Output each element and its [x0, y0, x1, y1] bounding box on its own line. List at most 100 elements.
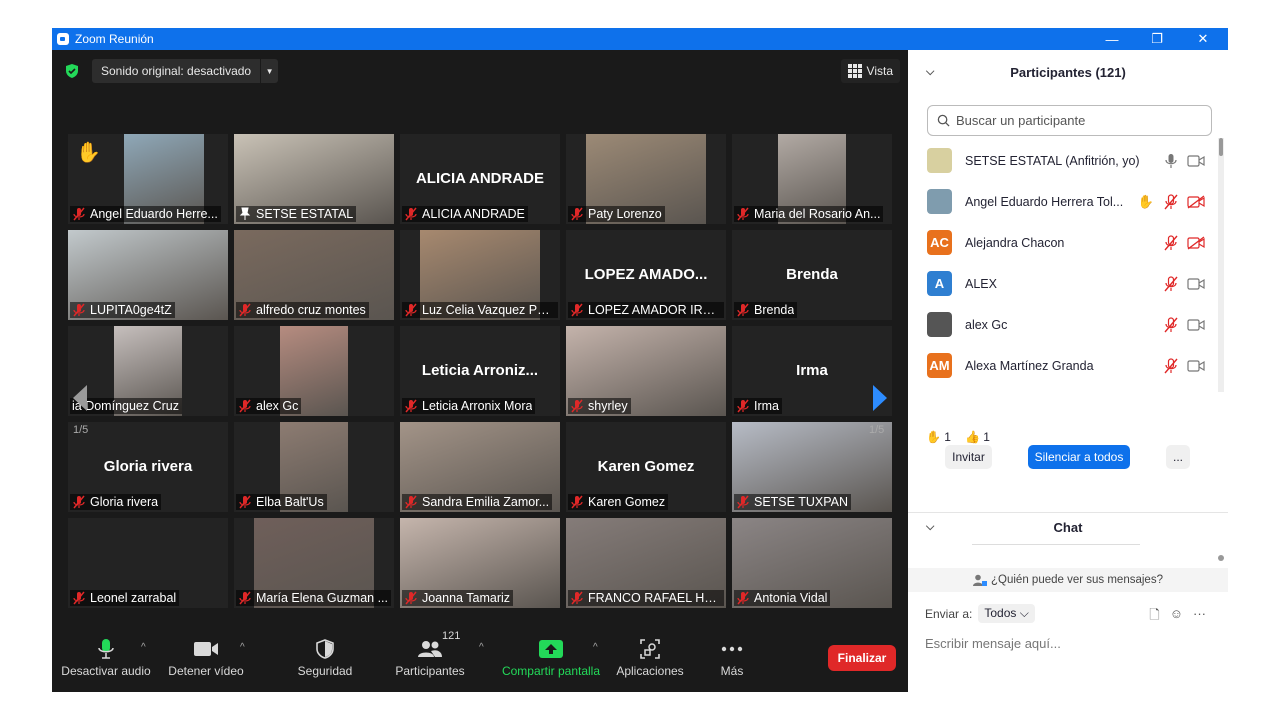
tile-name-text: LOPEZ AMADOR IRAIS — [588, 303, 721, 317]
chat-visibility-info[interactable]: ¿Quién puede ver sus mensajes? — [908, 568, 1228, 592]
raised-hand-icon: ✋ — [76, 142, 101, 164]
emoji-icon[interactable]: ☺ — [1170, 606, 1183, 628]
send-to-label: Enviar a: — [925, 606, 973, 621]
tile-name-text: SETSE TUXPAN — [754, 495, 849, 509]
previous-page-arrow-icon[interactable] — [70, 383, 90, 413]
video-tile[interactable]: Irma Irma — [732, 326, 892, 416]
stop-video-button[interactable]: Detener vídeo — [165, 636, 247, 678]
participant-search-input[interactable]: Buscar un participante — [927, 105, 1212, 136]
end-meeting-button[interactable]: Finalizar — [828, 645, 896, 671]
search-placeholder: Buscar un participante — [956, 113, 1086, 128]
minimize-button[interactable]: — — [1089, 28, 1135, 50]
chat-message-input[interactable]: Escribir mensaje aquí... — [925, 636, 1061, 651]
participant-row[interactable]: alex Gc — [908, 304, 1218, 345]
chat-collapse-chevron-icon[interactable]: ⌵ — [926, 521, 934, 534]
video-tile[interactable]: Leonel zarrabal — [68, 518, 228, 608]
video-tile[interactable]: Sandra Emilia Zamor... — [400, 422, 560, 512]
participant-row[interactable]: AM Alexa Martínez Granda — [908, 345, 1218, 386]
video-tile[interactable]: Antonia Vidal — [732, 518, 892, 608]
chevron-down-icon[interactable]: ▼ — [260, 59, 278, 83]
security-label: Seguridad — [297, 664, 353, 678]
tile-display-name: LOPEZ AMADO... — [584, 266, 708, 283]
video-camera-icon[interactable] — [1187, 316, 1205, 334]
video-tile[interactable]: María Elena Guzman ... — [234, 518, 394, 608]
video-off-icon[interactable] — [1187, 234, 1205, 252]
original-sound-button[interactable]: Sonido original: desactivado ▼ — [92, 59, 279, 83]
video-tile[interactable]: Karen Gomez Karen Gomez — [566, 422, 726, 512]
participant-row[interactable]: A ALEX — [908, 263, 1218, 304]
file-icon[interactable]: 🗋 — [1149, 606, 1159, 628]
video-tile[interactable]: Elba Balt'Us — [234, 422, 394, 512]
mute-audio-label: Desactivar audio — [61, 664, 151, 678]
participant-list-scrollbar[interactable] — [1218, 138, 1224, 392]
video-options-caret-icon[interactable]: ^ — [240, 642, 245, 653]
tile-display-name: ALICIA ANDRADE — [415, 170, 545, 187]
muted-mic-icon[interactable] — [1162, 357, 1180, 375]
participants-options-caret-icon[interactable]: ^ — [479, 642, 484, 653]
video-tile[interactable]: Brenda Brenda — [732, 230, 892, 320]
video-tile[interactable]: FRANCO RAFAEL HER... — [566, 518, 726, 608]
muted-mic-icon — [72, 207, 86, 221]
video-tile[interactable]: Paty Lorenzo — [566, 134, 726, 224]
close-button[interactable]: ✕ — [1180, 28, 1226, 50]
collapse-chevron-icon[interactable]: ⌵ — [926, 66, 934, 79]
more-button[interactable]: Más — [712, 636, 752, 678]
tile-name-text: Luz Celia Vazquez Pul... — [422, 303, 555, 317]
tile-name-label: Gloria rivera — [70, 494, 162, 510]
audio-options-caret-icon[interactable]: ^ — [141, 642, 146, 653]
muted-mic-icon[interactable] — [1162, 234, 1180, 252]
more-options-button[interactable]: ... — [1166, 445, 1190, 469]
video-tile[interactable]: LOPEZ AMADO... LOPEZ AMADOR IRAIS — [566, 230, 726, 320]
video-tile[interactable]: alfredo cruz montes — [234, 230, 394, 320]
video-tile[interactable]: Maria del Rosario An... — [732, 134, 892, 224]
encryption-shield-icon[interactable] — [64, 63, 80, 79]
video-tile[interactable]: Gloria rivera Gloria rivera — [68, 422, 228, 512]
muted-mic-icon[interactable] — [1162, 275, 1180, 293]
video-camera-icon[interactable] — [1187, 152, 1205, 170]
tile-display-name: Karen Gomez — [597, 458, 695, 475]
invite-button[interactable]: Invitar — [945, 445, 992, 469]
video-tile[interactable]: Luz Celia Vazquez Pul... — [400, 230, 560, 320]
muted-mic-icon[interactable] — [1162, 193, 1180, 211]
avatar — [927, 148, 952, 173]
muted-mic-icon[interactable] — [1162, 316, 1180, 334]
video-camera-icon[interactable] — [1187, 275, 1205, 293]
video-tile[interactable]: ia Domínguez Cruz — [68, 326, 228, 416]
video-tile[interactable]: LUPITA0ge4tZ — [68, 230, 228, 320]
video-tile[interactable]: SETSE TUXPAN — [732, 422, 892, 512]
chat-more-icon[interactable]: ··· — [1193, 606, 1206, 628]
restore-button[interactable]: ❐ — [1134, 28, 1180, 50]
video-tile[interactable]: alex Gc — [234, 326, 394, 416]
view-button[interactable]: Vista — [840, 59, 900, 83]
participant-row[interactable]: Angel Eduardo Herrera Tol... ✋ — [908, 181, 1218, 222]
tile-name-text: Joanna Tamariz — [422, 591, 511, 605]
share-options-caret-icon[interactable]: ^ — [593, 642, 598, 653]
muted-mic-icon — [72, 495, 86, 509]
tile-name-text: SETSE ESTATAL — [256, 207, 354, 221]
muted-mic-icon — [238, 591, 252, 605]
reaction-summary: ✋ 1 👍 1 — [926, 430, 990, 444]
send-to-select[interactable]: Todos ⌵ — [978, 604, 1035, 623]
mute-audio-button[interactable]: Desactivar audio — [60, 636, 152, 678]
chat-visibility-label: ¿Quién puede ver sus mensajes? — [991, 574, 1163, 586]
video-camera-icon[interactable] — [1187, 357, 1205, 375]
video-tile[interactable]: ALICIA ANDRADE ALICIA ANDRADE — [400, 134, 560, 224]
mute-all-button[interactable]: Silenciar a todos — [1028, 445, 1130, 469]
video-tile[interactable]: ✋ Angel Eduardo Herre... — [68, 134, 228, 224]
security-button[interactable]: Seguridad — [290, 636, 360, 678]
participants-button[interactable]: 121 Participantes — [392, 630, 468, 678]
avatar: AC — [927, 230, 952, 255]
tile-name-text: shyrley — [588, 399, 628, 413]
video-tile[interactable]: SETSE ESTATAL — [234, 134, 394, 224]
participant-row[interactable]: SETSE ESTATAL (Anfitrión, yo) — [908, 140, 1218, 181]
next-page-arrow-icon[interactable] — [870, 383, 890, 413]
microphone-icon[interactable] — [1162, 152, 1180, 170]
share-screen-button[interactable]: Compartir pantalla — [498, 636, 604, 678]
video-tile[interactable]: shyrley — [566, 326, 726, 416]
video-tile[interactable]: Joanna Tamariz — [400, 518, 560, 608]
participant-row[interactable]: AC Alejandra Chacon — [908, 222, 1218, 263]
video-off-icon[interactable] — [1187, 193, 1205, 211]
raised-hand-count: ✋ 1 — [926, 430, 951, 444]
video-tile[interactable]: Leticia Arroniz... Leticia Arronix Mora — [400, 326, 560, 416]
apps-button[interactable]: Aplicaciones — [614, 636, 686, 678]
